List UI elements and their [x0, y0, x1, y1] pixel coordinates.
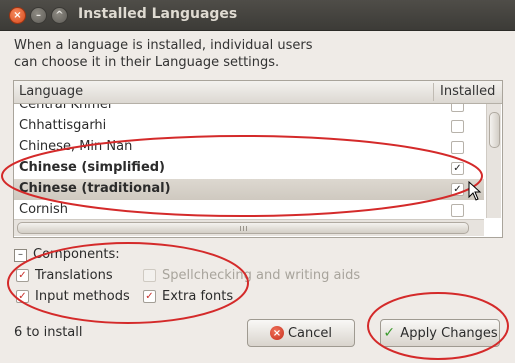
checkmark-icon: ✓	[453, 184, 462, 195]
language-label: Chinese (traditional)	[19, 181, 171, 196]
input-methods-label: Input methods	[35, 289, 130, 304]
title-bar: × – ^ Installed Languages	[0, 0, 515, 31]
intro-text: When a language is installed, individual…	[14, 37, 484, 71]
list-item-chinese-min-nan[interactable]: Chinese, Min Nan	[14, 137, 484, 158]
window-title: Installed Languages	[78, 6, 238, 22]
list-item-central-khmer[interactable]: Central Khmer	[14, 104, 484, 116]
vertical-scrollbar[interactable]	[486, 104, 501, 218]
minimize-window-button[interactable]: –	[30, 7, 47, 24]
installed-checkbox[interactable]: ✓	[451, 183, 464, 196]
components-label: Components:	[33, 247, 120, 262]
checkmark-icon: ✓	[18, 291, 27, 302]
column-header-language[interactable]: Language	[19, 84, 83, 99]
cancel-label: Cancel	[287, 325, 333, 341]
spellchecking-label: Spellchecking and writing aids	[162, 268, 361, 283]
check-box	[143, 269, 156, 282]
vertical-scroll-thumb[interactable]	[489, 112, 500, 148]
installed-languages-window: × – ^ Installed Languages When a languag…	[0, 0, 515, 363]
apply-changes-button[interactable]: ✓ Apply Changes	[380, 319, 500, 347]
scroll-grip	[240, 226, 241, 231]
language-label: Chinese, Min Nan	[19, 139, 133, 154]
language-list: Language Installed Central Khmer Chhatti…	[13, 80, 503, 238]
translations-label: Translations	[35, 268, 113, 283]
scroll-grip	[243, 226, 244, 231]
language-label: Central Khmer	[19, 104, 114, 112]
checkmark-icon: ✓	[145, 291, 154, 302]
checkmark-icon: ✓	[453, 163, 462, 174]
installed-checkbox[interactable]: ✓	[451, 162, 464, 175]
list-item-chinese-traditional[interactable]: Chinese (traditional) ✓	[14, 179, 484, 200]
input-methods-checkbox[interactable]: ✓ Input methods	[16, 289, 130, 304]
check-box: ✓	[16, 269, 29, 282]
checkmark-icon: ✓	[383, 325, 396, 341]
apply-changes-label: Apply Changes	[400, 325, 498, 341]
check-box: ✓	[16, 290, 29, 303]
cancel-button[interactable]: × Cancel	[247, 319, 355, 347]
translations-checkbox[interactable]: ✓ Translations	[16, 268, 113, 283]
extra-fonts-checkbox[interactable]: ✓ Extra fonts	[143, 289, 233, 304]
list-item-cornish[interactable]: Cornish	[14, 200, 484, 218]
intro-line-1: When a language is installed, individual…	[14, 38, 313, 53]
installed-checkbox[interactable]	[451, 104, 464, 112]
install-count: 6 to install	[14, 325, 83, 340]
list-rows: Central Khmer Chhattisgarhi Chinese, Min…	[14, 104, 484, 218]
maximize-window-button[interactable]: ^	[51, 7, 68, 24]
horizontal-scrollbar[interactable]	[14, 219, 484, 236]
spellchecking-checkbox[interactable]: Spellchecking and writing aids	[143, 268, 360, 283]
list-item-chinese-simplified[interactable]: Chinese (simplified) ✓	[14, 158, 484, 179]
installed-checkbox[interactable]	[451, 120, 464, 133]
extra-fonts-label: Extra fonts	[162, 289, 234, 304]
cancel-icon: ×	[269, 326, 284, 340]
installed-checkbox[interactable]	[451, 141, 464, 154]
mouse-pointer-icon	[468, 181, 482, 201]
language-label: Cornish	[19, 202, 69, 217]
check-box: ✓	[143, 290, 156, 303]
language-label: Chinese (simplified)	[19, 160, 166, 175]
column-header-installed[interactable]: Installed	[440, 84, 495, 99]
language-label: Chhattisgarhi	[19, 118, 107, 133]
components-expander[interactable]: –	[14, 249, 27, 262]
column-separator	[433, 83, 434, 101]
checkmark-icon: ✓	[18, 270, 27, 281]
list-item-chhattisgarhi[interactable]: Chhattisgarhi	[14, 116, 484, 137]
list-header: Language Installed	[14, 81, 502, 104]
installed-checkbox[interactable]	[451, 204, 464, 217]
scroll-grip	[246, 226, 247, 231]
intro-line-2: can choose it in their Language settings…	[14, 55, 280, 70]
close-window-button[interactable]: ×	[9, 7, 26, 24]
horizontal-scroll-thumb[interactable]	[17, 222, 469, 234]
